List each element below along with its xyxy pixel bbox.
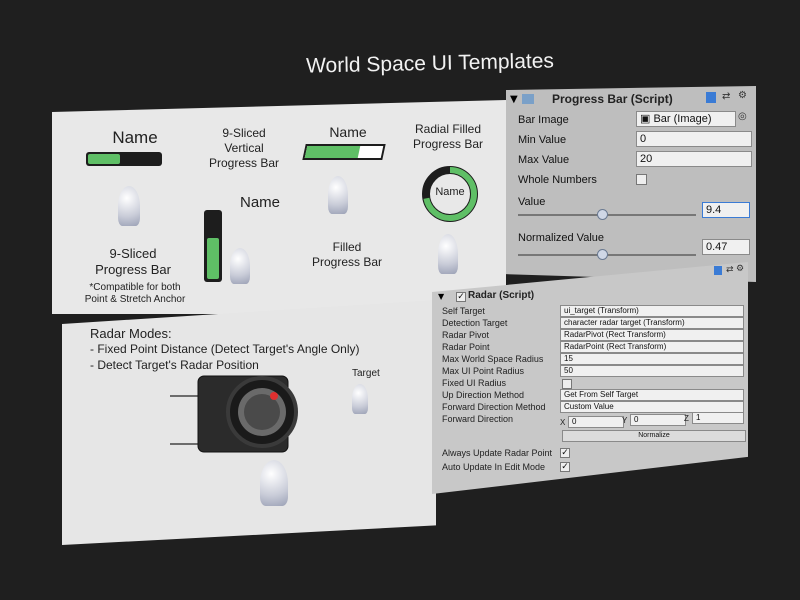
preset-icon-2[interactable]: ⇄ xyxy=(726,265,734,275)
max-value-label: Max Value xyxy=(518,154,570,166)
radar-device xyxy=(170,375,298,453)
target-pin xyxy=(352,384,368,414)
radar-enabled-checkbox[interactable]: ✓ xyxy=(456,292,466,302)
script-icon xyxy=(522,94,534,104)
component-title: Progress Bar (Script) xyxy=(552,92,673,106)
radar-row-label: Forward Direction Method xyxy=(442,402,546,412)
scene: World Space UI Templates Name 9-Sliced P… xyxy=(0,0,800,600)
vector-x-field[interactable]: 0 xyxy=(568,416,624,428)
max-value-field[interactable]: 20 xyxy=(636,151,752,167)
radar-target-label: Target xyxy=(352,368,380,379)
vertical-bar-fill xyxy=(207,238,219,279)
radar-mode-1: - Fixed Point Distance (Detect Target's … xyxy=(90,342,360,356)
min-value-field[interactable]: 0 xyxy=(636,131,752,147)
radar-row-label: Radar Point xyxy=(442,342,490,352)
progress-bar-inspector: ▼ Progress Bar (Script) ⇄ ⚙ Bar Image ▣ … xyxy=(506,86,756,282)
gear-icon-2[interactable]: ⚙ xyxy=(736,264,744,274)
radar-point-dot xyxy=(270,392,278,400)
bar-image-label: Bar Image xyxy=(518,114,569,126)
radar-row-label: Max World Space Radius xyxy=(442,354,544,364)
radar-row-field[interactable]: Get From Self Target xyxy=(560,389,744,401)
radar-row-field[interactable]: RadarPivot (Rect Transform) xyxy=(560,329,744,341)
self-pin xyxy=(260,460,288,506)
sliced-bar-name: Name xyxy=(112,128,158,147)
radar-row-label: Max UI Point Radius xyxy=(442,366,525,376)
foldout-arrow-icon[interactable]: ▼ xyxy=(510,94,518,105)
vector-y-label: Y xyxy=(622,416,628,425)
radar-row-label: Fixed UI Radius xyxy=(442,378,507,388)
radar-row-label: Detection Target xyxy=(442,318,508,328)
radar-row-field[interactable]: character radar target (Transform) xyxy=(560,317,744,329)
radar-row-label: Forward Direction xyxy=(442,414,514,424)
vertical-progress-bar xyxy=(204,210,222,282)
radar-inspector: ⇄ ⚙ ▼ ✓ Radar (Script) Self Target ui_tar… xyxy=(432,262,748,494)
filled-bar-name: Name xyxy=(329,124,367,140)
always-update-checkbox[interactable]: ✓ xyxy=(560,448,570,458)
radar-panel: Radar Modes: - Fixed Point Distance (Det… xyxy=(62,300,436,545)
normalized-slider-knob xyxy=(596,249,608,260)
object-picker-icon[interactable]: ◎ xyxy=(738,111,747,122)
radar-heading: Radar Modes: xyxy=(90,326,172,341)
sliced-bar-label: 9-Sliced Progress Bar xyxy=(95,246,171,277)
vertical-pin xyxy=(230,248,250,284)
bar-image-value: Bar (Image) xyxy=(653,113,712,125)
auto-update-label: Auto Update In Edit Mode xyxy=(442,462,546,472)
preset-icon[interactable]: ⇄ xyxy=(722,91,730,102)
value-label: Value xyxy=(518,196,546,208)
normalized-value-field: 0.47 xyxy=(702,239,750,255)
sliced-progress-bar xyxy=(86,152,162,166)
radar-component-title: Radar (Script) xyxy=(468,290,535,301)
filled-bar-fill xyxy=(304,146,361,158)
whole-numbers-checkbox[interactable] xyxy=(636,174,647,185)
value-field[interactable]: 9.4 xyxy=(702,202,750,218)
radar-row-label: Self Target xyxy=(442,306,485,316)
help-icon[interactable] xyxy=(706,92,716,103)
image-icon: ▣ xyxy=(640,113,654,125)
filled-progress-bar xyxy=(302,144,386,160)
min-value-label: Min Value xyxy=(518,134,567,146)
radar-row-label: Up Direction Method xyxy=(442,390,525,400)
radial-pin xyxy=(438,234,458,274)
whole-numbers-label: Whole Numbers xyxy=(518,174,597,186)
bar-image-field[interactable]: ▣ Bar (Image) xyxy=(636,111,736,127)
vector-y-field[interactable]: 0 xyxy=(630,414,686,426)
vertical-bar-name: Name xyxy=(239,194,280,211)
foldout-arrow-icon-2[interactable]: ▼ xyxy=(438,292,444,301)
fixed-ui-radius-checkbox[interactable] xyxy=(562,379,572,389)
gear-icon[interactable]: ⚙ xyxy=(738,90,747,101)
value-slider-knob[interactable] xyxy=(596,209,608,220)
templates-panel: Name 9-Sliced Progress Bar *Compatible f… xyxy=(52,100,506,314)
sliced-bar-note: *Compatible for both Point & Stretch Anc… xyxy=(84,282,186,305)
vertical-bar-label: 9-Sliced Vertical Progress Bar xyxy=(208,126,280,170)
radial-bar-label: Radial Filled Progress Bar xyxy=(412,122,484,151)
vector-z-field[interactable]: 1 xyxy=(692,412,744,424)
always-update-label: Always Update Radar Point xyxy=(442,448,553,458)
sliced-bar-fill xyxy=(88,154,121,164)
filled-pin xyxy=(328,176,348,214)
radar-row-label: Radar Pivot xyxy=(442,330,490,340)
radar-row-field[interactable]: 50 xyxy=(560,365,744,377)
normalized-value-label: Normalized Value xyxy=(518,232,605,244)
radar-row-field[interactable]: 15 xyxy=(560,353,744,365)
auto-update-checkbox[interactable]: ✓ xyxy=(560,462,570,472)
vector-z-label: Z xyxy=(684,414,689,423)
normalize-button[interactable]: Normalize xyxy=(562,430,746,442)
radar-row-field[interactable]: ui_target (Transform) xyxy=(560,305,744,317)
vector-x-label: X xyxy=(560,418,566,427)
radial-bar-name: Name xyxy=(435,186,465,198)
help-icon-2[interactable] xyxy=(714,266,722,275)
page-title: World Space UI Templates xyxy=(305,49,555,78)
radar-row-field[interactable]: RadarPoint (Rect Transform) xyxy=(560,341,744,353)
sliced-pin xyxy=(118,186,140,226)
filled-bar-label: Filled Progress Bar xyxy=(311,240,383,269)
